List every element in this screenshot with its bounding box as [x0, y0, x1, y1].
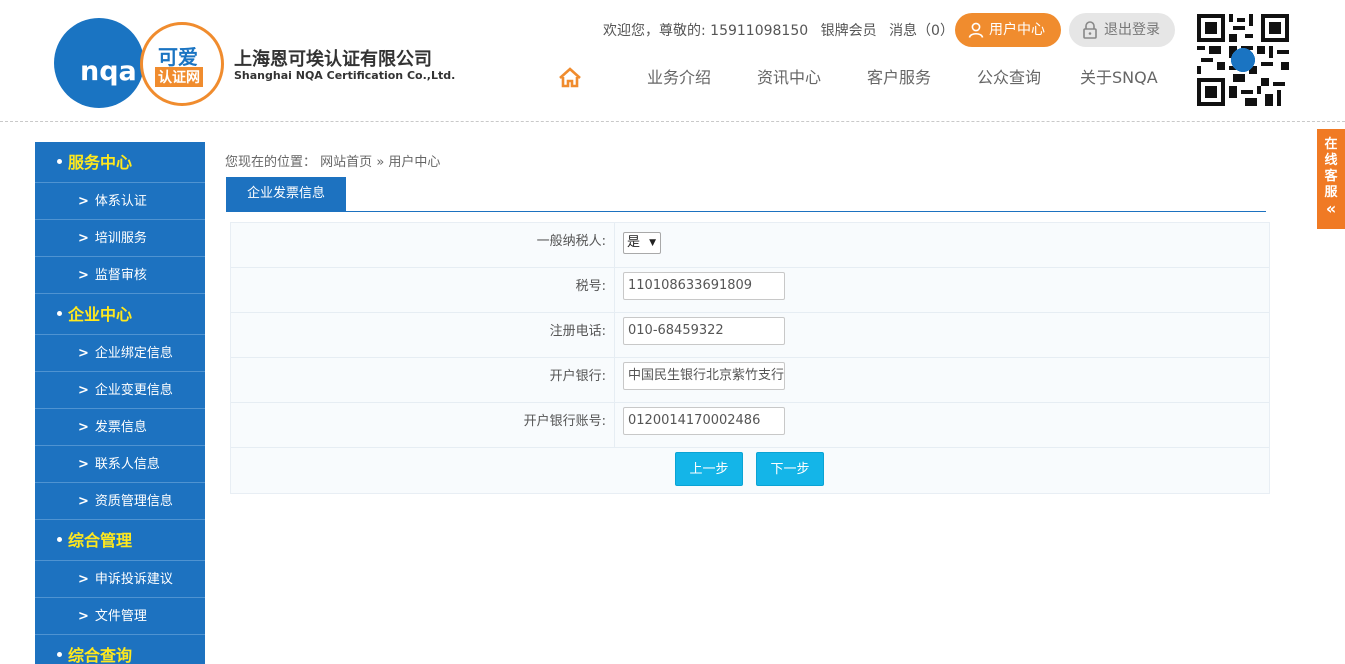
sidebar-item-label: 联系人信息	[94, 457, 160, 472]
lock-icon	[1083, 21, 1097, 39]
sidebar-item-change[interactable]: > 企业变更信息	[35, 372, 205, 409]
sidebar-item-label: 资质管理信息	[94, 494, 173, 509]
breadcrumb-home-link[interactable]: 网站首页	[320, 155, 372, 170]
logout-label: 退出登录	[1104, 22, 1160, 38]
logo-keai-text: 可爱	[158, 45, 198, 69]
form-row-account: 开户银行账号: 0120014170002486	[231, 403, 1269, 448]
breadcrumb-separator: »	[376, 155, 385, 170]
sidebar-section-query[interactable]: 综合查询	[35, 635, 205, 664]
form-row-tax-no: 税号: 110108633691809	[231, 268, 1269, 313]
bank-input[interactable]: 中国民生银行北京紫竹支行	[623, 362, 785, 390]
form-row-phone: 注册电话: 010-68459322	[231, 313, 1269, 358]
sidebar-item-label: 企业绑定信息	[94, 346, 173, 361]
sidebar-section-enterprise[interactable]: 企业中心	[35, 294, 205, 335]
company-name-cn: 上海恩可埃认证有限公司	[234, 49, 432, 70]
sidebar-item-label: 申诉投诉建议	[94, 572, 173, 587]
sidebar-section-title: 企业中心	[68, 305, 133, 324]
sidebar: 服务中心 > 体系认证 > 培训服务 > 监督审核 企业中心 > 企业绑定信息 > 企业变…	[35, 142, 205, 664]
breadcrumb-prefix: 您现在的位置：	[225, 155, 317, 170]
phone-input[interactable]: 010-68459322	[623, 317, 785, 345]
user-center-button[interactable]: 用户中心	[955, 13, 1061, 47]
invoice-form: 一般纳税人: 是 ▼ 税号: 110108633691809 注册电话: 010…	[230, 222, 1270, 494]
sidebar-item-binding[interactable]: > 企业绑定信息	[35, 335, 205, 372]
sidebar-section-service[interactable]: 服务中心	[35, 142, 205, 183]
sidebar-item-label: 文件管理	[94, 609, 147, 624]
sidebar-item-qualification[interactable]: > 资质管理信息	[35, 483, 205, 520]
sidebar-item-label: 监督审核	[94, 268, 147, 283]
prev-step-button[interactable]: 上一步	[675, 452, 743, 486]
sidebar-item-label: 企业变更信息	[94, 383, 173, 398]
chevron-down-icon: ▼	[649, 238, 656, 248]
account-label: 开户银行账号:	[231, 403, 615, 447]
member-level[interactable]: 银牌会员	[821, 23, 877, 39]
nqa-logo[interactable]: nqa 可爱 认证网	[54, 18, 226, 108]
qr-code-icon	[1197, 14, 1289, 106]
company-name-en: Shanghai NQA Certification Co.,Ltd.	[234, 69, 456, 82]
site-header: nqa 可爱 认证网 上海恩可埃认证有限公司 Shanghai NQA Cert…	[0, 0, 1345, 122]
nav-business[interactable]: 业务介绍	[647, 66, 711, 90]
online-service-tab[interactable]: 在 线 客 服 «	[1317, 129, 1345, 229]
sidebar-item-supervision[interactable]: > 监督审核	[35, 257, 205, 294]
user-icon	[968, 22, 984, 38]
bullet-icon	[57, 311, 62, 316]
sidebar-item-label: 体系认证	[94, 194, 147, 209]
tax-no-label: 税号:	[231, 268, 615, 312]
service-char: 客	[1324, 169, 1338, 184]
logout-button[interactable]: 退出登录	[1069, 13, 1175, 47]
sidebar-item-contacts[interactable]: > 联系人信息	[35, 446, 205, 483]
user-bar: 欢迎您，尊敬的: 15911098150 银牌会员 消息（0）	[603, 20, 962, 42]
breadcrumb-current: 用户中心	[388, 155, 441, 170]
sidebar-section-title: 服务中心	[68, 153, 133, 172]
sidebar-item-files[interactable]: > 文件管理	[35, 598, 205, 635]
taxpayer-label: 一般纳税人:	[231, 223, 615, 267]
sidebar-section-title: 综合查询	[68, 646, 133, 664]
tax-no-input[interactable]: 110108633691809	[623, 272, 785, 300]
messages-link[interactable]: 消息（0）	[889, 23, 954, 39]
bullet-icon	[57, 537, 62, 542]
home-icon[interactable]	[558, 66, 582, 90]
bullet-icon	[57, 652, 62, 657]
form-row-bank: 开户银行: 中国民生银行北京紫竹支行	[231, 358, 1269, 403]
phone-label: 注册电话:	[231, 313, 615, 357]
nav-about[interactable]: 关于SNQA	[1080, 66, 1158, 90]
breadcrumb: 您现在的位置： 网站首页 » 用户中心	[225, 151, 440, 170]
taxpayer-selected-value: 是	[627, 235, 641, 250]
service-char: 线	[1324, 153, 1338, 168]
tab-invoice-info[interactable]: 企业发票信息	[226, 177, 346, 211]
sidebar-item-complaints[interactable]: > 申诉投诉建议	[35, 561, 205, 598]
logo-renzheng-text: 认证网	[155, 67, 203, 87]
form-row-taxpayer: 一般纳税人: 是 ▼	[231, 223, 1269, 268]
nav-news[interactable]: 资讯中心	[757, 66, 821, 90]
next-step-button[interactable]: 下一步	[756, 452, 824, 486]
sidebar-item-invoice[interactable]: > 发票信息	[35, 409, 205, 446]
account-input[interactable]: 0120014170002486	[623, 407, 785, 435]
sidebar-item-label: 发票信息	[94, 420, 147, 435]
taxpayer-select[interactable]: 是 ▼	[623, 232, 661, 254]
user-center-label: 用户中心	[989, 22, 1045, 38]
welcome-text: 欢迎您，尊敬的: 15911098150	[603, 23, 809, 39]
nav-customer-service[interactable]: 客户服务	[867, 66, 931, 90]
sidebar-section-title: 综合管理	[68, 531, 133, 550]
tab-bar: 企业发票信息	[226, 177, 1266, 212]
double-chevron-left-icon: «	[1325, 199, 1337, 218]
sidebar-section-management[interactable]: 综合管理	[35, 520, 205, 561]
sidebar-item-label: 培训服务	[94, 231, 147, 246]
nav-public-query[interactable]: 公众查询	[977, 66, 1041, 90]
logo-nqa-text: nqa	[80, 56, 137, 87]
service-char: 在	[1324, 137, 1338, 152]
sidebar-item-system-cert[interactable]: > 体系认证	[35, 183, 205, 220]
bullet-icon	[57, 159, 62, 164]
sidebar-item-training[interactable]: > 培训服务	[35, 220, 205, 257]
bank-label: 开户银行:	[231, 358, 615, 402]
